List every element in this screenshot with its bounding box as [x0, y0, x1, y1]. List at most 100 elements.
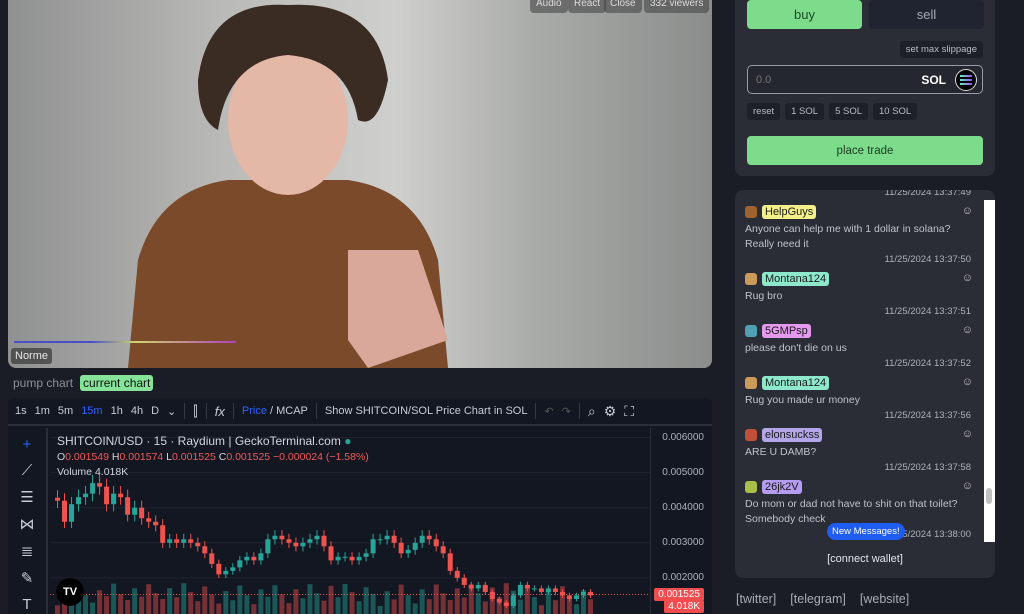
10-sol-button[interactable]: 10 SOL — [873, 103, 918, 120]
brush-icon[interactable]: ✎ — [21, 569, 34, 587]
chart-tabs: pump chart current chart — [10, 375, 154, 391]
reset-button[interactable]: reset — [747, 103, 781, 120]
candle — [531, 588, 537, 590]
gear-icon[interactable]: ⚙ — [604, 403, 617, 420]
volume-bar — [377, 606, 383, 614]
zoom-icon[interactable]: ⌕ — [588, 403, 596, 420]
telegram-link[interactable]: [telegram] — [790, 592, 846, 606]
show-sol-chart-button[interactable]: Show SHITCOIN/SOL Price Chart in SOL — [325, 405, 528, 417]
fib-icon[interactable]: ≣ — [21, 542, 34, 560]
drawing-toolbar: + ⟋ ☰ ⋈ ≣ ✎ T — [8, 428, 48, 614]
buy-tab[interactable]: buy — [747, 0, 862, 29]
candle — [517, 584, 523, 596]
react-emoji-icon[interactable]: ☺ — [962, 324, 973, 336]
scrollbar-thumb[interactable] — [986, 488, 992, 504]
connect-wallet-link[interactable]: [connect wallet] — [735, 553, 995, 565]
close-button[interactable]: Close — [604, 0, 642, 13]
candle — [237, 560, 243, 568]
chart-legend: SHITCOIN/USD · 15 · Raydium | GeckoTermi… — [57, 434, 369, 478]
message-timestamp: 11/25/2024 13:37:58 — [884, 462, 971, 473]
user-avatar[interactable] — [745, 377, 757, 389]
volume-bar — [559, 586, 565, 614]
undo-icon[interactable]: ↶ — [544, 405, 553, 418]
candle — [300, 542, 306, 547]
1-sol-button[interactable]: 1 SOL — [785, 103, 825, 120]
user-avatar[interactable] — [745, 325, 757, 337]
interval-5m[interactable]: 5m — [58, 405, 73, 417]
react-emoji-icon[interactable]: ☺ — [962, 272, 973, 284]
pattern-icon[interactable]: ⋈ — [20, 515, 35, 533]
tradingview-logo[interactable]: TV — [56, 578, 84, 606]
horizontal-lines-icon[interactable]: ☰ — [20, 488, 33, 506]
price-axis[interactable]: 0.006000 0.005000 0.004000 0.003000 0.002000… — [650, 428, 712, 614]
react-button[interactable]: React — [568, 0, 607, 13]
candle — [286, 539, 292, 543]
set-max-slippage-button[interactable]: set max slippage — [899, 41, 983, 58]
tab-current-chart[interactable]: current chart — [80, 375, 154, 391]
candle-type-icon[interactable]: ⫿ — [193, 403, 197, 420]
interval-d[interactable]: D — [151, 405, 159, 417]
y-tick-label: 0.002000 — [662, 571, 704, 583]
interval-1s[interactable]: 1s — [15, 405, 27, 417]
username-badge[interactable]: elonsuckss — [762, 428, 823, 442]
candle — [132, 507, 138, 515]
user-avatar[interactable] — [745, 273, 757, 285]
interval-15m[interactable]: 15m — [81, 405, 102, 417]
interval-1m[interactable]: 1m — [35, 405, 50, 417]
fullscreen-icon[interactable]: ⛶ — [624, 403, 634, 420]
candle — [251, 556, 257, 561]
twitter-link[interactable]: [twitter] — [736, 592, 776, 606]
user-avatar[interactable] — [745, 206, 757, 218]
volume-bar — [405, 595, 411, 614]
price-option[interactable]: Price — [242, 405, 267, 417]
message-text: Rug you made ur money — [745, 394, 860, 406]
crosshair-icon[interactable]: + — [23, 436, 32, 453]
divider — [315, 403, 317, 419]
amount-input[interactable] — [748, 66, 898, 94]
react-emoji-icon[interactable]: ☺ — [962, 205, 973, 217]
user-avatar[interactable] — [745, 429, 757, 441]
indicators-icon[interactable]: fx — [215, 404, 225, 419]
username-badge[interactable]: Montana124 — [762, 376, 830, 390]
tab-pump-chart[interactable]: pump chart — [10, 375, 76, 391]
volume-bar — [545, 591, 551, 614]
username-badge[interactable]: Montana124 — [762, 272, 830, 286]
interval-4h[interactable]: 4h — [131, 405, 143, 417]
react-emoji-icon[interactable]: ☺ — [962, 428, 973, 440]
text-icon[interactable]: T — [22, 596, 31, 613]
username-badge[interactable]: 5GMPsp — [762, 324, 811, 338]
audio-button[interactable]: Audio — [530, 0, 568, 13]
candle — [104, 486, 110, 505]
chat-scrollbar[interactable] — [984, 200, 995, 542]
volume-label: Volume — [57, 466, 93, 478]
volume-bar — [111, 583, 117, 614]
place-trade-button[interactable]: place trade — [747, 136, 983, 165]
high-value: 0.001574 — [119, 451, 164, 463]
y-tick-label: 0.005000 — [662, 466, 704, 478]
redo-icon[interactable]: ↷ — [562, 405, 571, 418]
candle — [258, 553, 264, 561]
chat-messages[interactable]: 11/25/2024 13:37:49 HelpGuys ☺ Anyone can … — [735, 190, 983, 542]
react-emoji-icon[interactable]: ☺ — [962, 376, 973, 388]
interval-1h[interactable]: 1h — [111, 405, 123, 417]
sell-tab[interactable]: sell — [869, 0, 984, 29]
username-badge[interactable]: HelpGuys — [762, 205, 817, 219]
chat-message: HelpGuys ☺ Anyone can help me with 1 dolla… — [735, 204, 983, 267]
volume-bar — [580, 590, 586, 614]
react-emoji-icon[interactable]: ☺ — [962, 480, 973, 492]
volume-bar — [356, 601, 362, 614]
chevron-down-icon[interactable]: ⌄ — [167, 405, 176, 418]
website-link[interactable]: [website] — [860, 592, 909, 606]
candle — [349, 556, 355, 561]
new-messages-button[interactable]: New Messages! — [827, 523, 905, 540]
volume-bar — [349, 592, 355, 614]
user-avatar[interactable] — [745, 481, 757, 493]
candle — [76, 497, 82, 505]
candle — [181, 539, 187, 543]
username-badge[interactable]: 26jk2V — [762, 480, 802, 494]
5-sol-button[interactable]: 5 SOL — [829, 103, 868, 120]
price-mcap-toggle[interactable]: Price / MCAP — [242, 405, 308, 417]
candle — [587, 591, 593, 596]
trend-line-icon[interactable]: ⟋ — [22, 462, 33, 479]
mcap-option[interactable]: / MCAP — [270, 405, 308, 417]
